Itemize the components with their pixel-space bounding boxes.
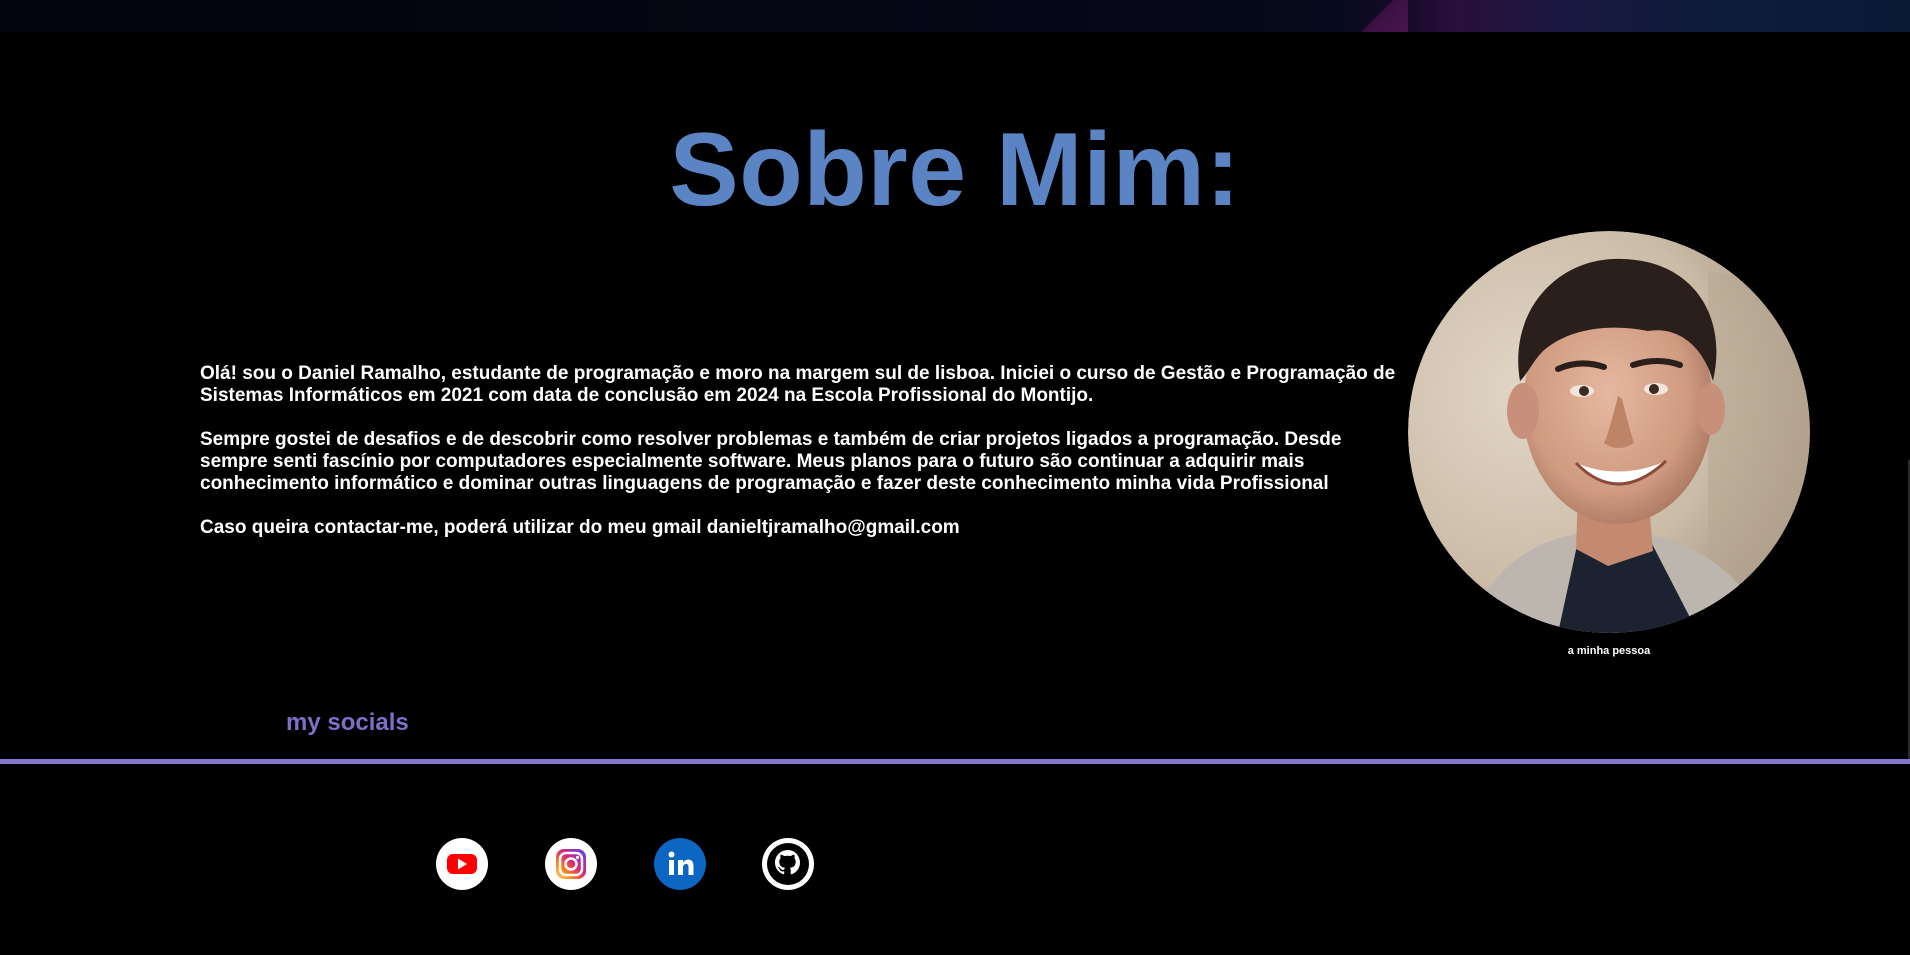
banner-decoration bbox=[1348, 0, 1408, 32]
profile-photo bbox=[1408, 231, 1810, 633]
page-title: Sobre Mim: bbox=[669, 112, 1241, 228]
top-banner bbox=[0, 0, 1910, 32]
instagram-link[interactable] bbox=[545, 838, 597, 890]
profile-photo-container: a minha pessoa bbox=[1408, 231, 1810, 657]
youtube-icon bbox=[436, 838, 488, 890]
photo-caption: a minha pessoa bbox=[1567, 645, 1651, 657]
about-text: Olá! sou o Daniel Ramalho, estudante de … bbox=[200, 363, 1410, 561]
divider bbox=[0, 759, 1910, 764]
about-paragraph-contact: Caso queira contactar-me, poderá utiliza… bbox=[200, 517, 960, 538]
socials-heading: my socials bbox=[286, 709, 409, 736]
page: Sobre Mim: Olá! sou o Daniel Ramalho, es… bbox=[0, 0, 1910, 955]
instagram-icon bbox=[545, 838, 597, 890]
about-paragraph-intro: Olá! sou o Daniel Ramalho, estudante de … bbox=[200, 363, 1396, 406]
github-icon bbox=[762, 838, 814, 890]
linkedin-link[interactable] bbox=[654, 838, 706, 890]
linkedin-icon bbox=[654, 838, 706, 890]
github-link[interactable] bbox=[762, 838, 814, 890]
about-paragraph-interests: Sempre gostei de desafios e de descobrir… bbox=[200, 429, 1342, 494]
youtube-link[interactable] bbox=[436, 838, 488, 890]
